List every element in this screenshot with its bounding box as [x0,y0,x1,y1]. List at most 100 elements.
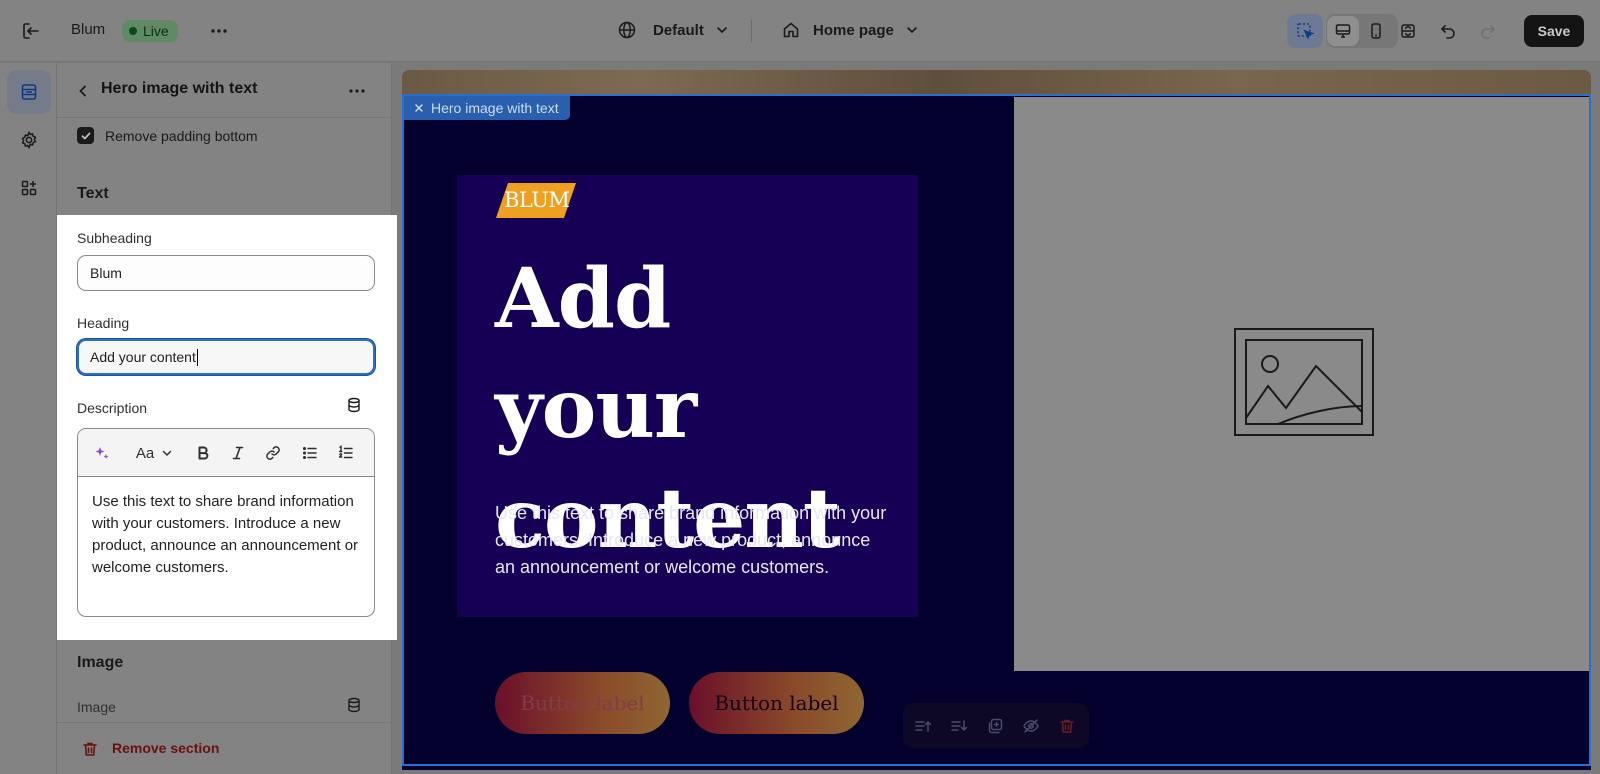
font-style-label: Aa [135,444,155,462]
move-up-icon [915,720,932,732]
subheading-input[interactable]: Blum [77,255,375,291]
mobile-view-button[interactable] [1360,15,1392,47]
eye-off-icon [1023,719,1039,733]
remove-padding-label: Remove padding bottom [105,128,258,144]
hero-button-primary[interactable]: Button label [495,672,670,734]
section-heading-text: Text [77,185,109,202]
database-icon [348,397,360,413]
inspector-button[interactable] [1287,14,1323,48]
brand-logo: BLUM [496,183,576,218]
numbered-list-icon [338,445,353,459]
status-label: Live [143,23,169,39]
logo-text: BLUM [504,188,570,212]
chevron-down-icon [717,27,727,34]
bullet-list-button[interactable] [299,441,321,465]
theme-settings-button[interactable] [7,118,51,162]
heading-label: Heading [77,315,130,331]
exit-icon[interactable] [15,15,47,47]
desktop-icon [1335,24,1351,38]
numbered-list-button[interactable] [335,441,357,465]
more-icon [349,89,365,93]
home-icon [783,22,799,38]
trash-icon [1060,719,1074,733]
globe-icon [618,21,636,39]
theme-select-label: Default [653,21,704,39]
link-button[interactable] [262,441,284,465]
duplicate-button[interactable] [984,715,1006,737]
panel-more-button[interactable] [341,75,373,107]
description-text[interactable]: Use this text to share brand information… [92,491,362,579]
panel-title: Hero image with text [101,80,258,97]
editor-toolbar: Aa [78,429,374,477]
subheading-value: Blum [90,265,122,281]
apps-icon [21,180,37,196]
page-select-label: Home page [813,21,894,39]
status-dot [129,27,137,35]
chevron-down-icon [162,450,172,457]
sections-button[interactable] [7,70,51,114]
ai-sparkle-button[interactable] [91,441,113,465]
description-editor[interactable]: Aa Use this text to share brand informat… [77,428,375,617]
sparkle-icon [95,447,109,459]
delete-section-button[interactable] [1056,715,1078,737]
divider [751,20,752,42]
remove-padding-checkbox[interactable] [77,127,94,144]
bold-button[interactable] [192,441,214,465]
chevron-down-icon [907,27,917,34]
italic-icon [232,446,244,460]
save-button[interactable]: Save [1524,15,1584,47]
theme-select[interactable]: Default [617,20,730,40]
store-name: Blum [71,21,106,38]
image-placeholder[interactable] [1014,97,1589,671]
section-floating-toolbar [903,703,1089,748]
move-down-icon [951,720,968,732]
selected-section-label: Hero image with text [431,100,559,116]
previous-section-image[interactable] [402,70,1591,94]
close-icon[interactable] [414,103,424,113]
select-cursor-icon [1297,23,1315,40]
link-icon [266,446,280,460]
font-style-dropdown[interactable]: Aa [129,441,181,465]
section-heading-image: Image [77,654,124,671]
mobile-icon [1371,23,1381,39]
fullscreen-icon [1401,24,1415,38]
redo-icon [1481,25,1495,39]
italic-button[interactable] [227,441,249,465]
move-down-button[interactable] [948,715,970,737]
subheading-label: Subheading [77,230,152,246]
sections-icon [21,84,37,100]
desktop-view-button[interactable] [1327,16,1359,46]
trash-icon[interactable] [74,733,106,765]
move-up-button[interactable] [912,715,934,737]
top-bar: Blum Live Default Home page Save [0,0,1600,62]
status-badge: Live [122,20,178,42]
fullscreen-button[interactable] [1392,15,1424,47]
panel-header: Hero image with text [57,63,392,118]
hero-button-secondary[interactable]: Button label [689,672,864,734]
page-select[interactable]: Home page [781,20,920,40]
back-button[interactable] [67,75,99,107]
heading-input[interactable]: Add your content [77,339,375,375]
bold-icon [198,446,209,460]
description-label: Description [77,400,148,416]
image-field-label: Image [77,699,116,715]
left-rail [0,63,57,774]
hide-button[interactable] [1020,715,1042,737]
undo-icon [1441,25,1455,39]
image-dynamic-source-button[interactable] [338,689,370,721]
text-caret [196,348,198,366]
more-icon[interactable] [203,15,235,47]
checkmark-icon [81,132,90,139]
description-dynamic-source-button[interactable] [338,389,370,421]
redo-button[interactable] [1472,15,1504,47]
undo-button[interactable] [1432,15,1464,47]
text-settings-card: Subheading Blum Heading Add your content… [57,215,397,640]
gear-icon [21,130,37,150]
selected-section-tag[interactable]: Hero image with text [404,96,570,120]
hero-description[interactable]: Use this text to share brand information… [495,500,895,581]
heading-value: Add your content [90,349,196,365]
panel-footer: Remove section [57,722,392,774]
remove-section-button[interactable]: Remove section [112,740,219,756]
apps-button[interactable] [7,166,51,210]
image-placeholder-icon [1234,328,1374,436]
